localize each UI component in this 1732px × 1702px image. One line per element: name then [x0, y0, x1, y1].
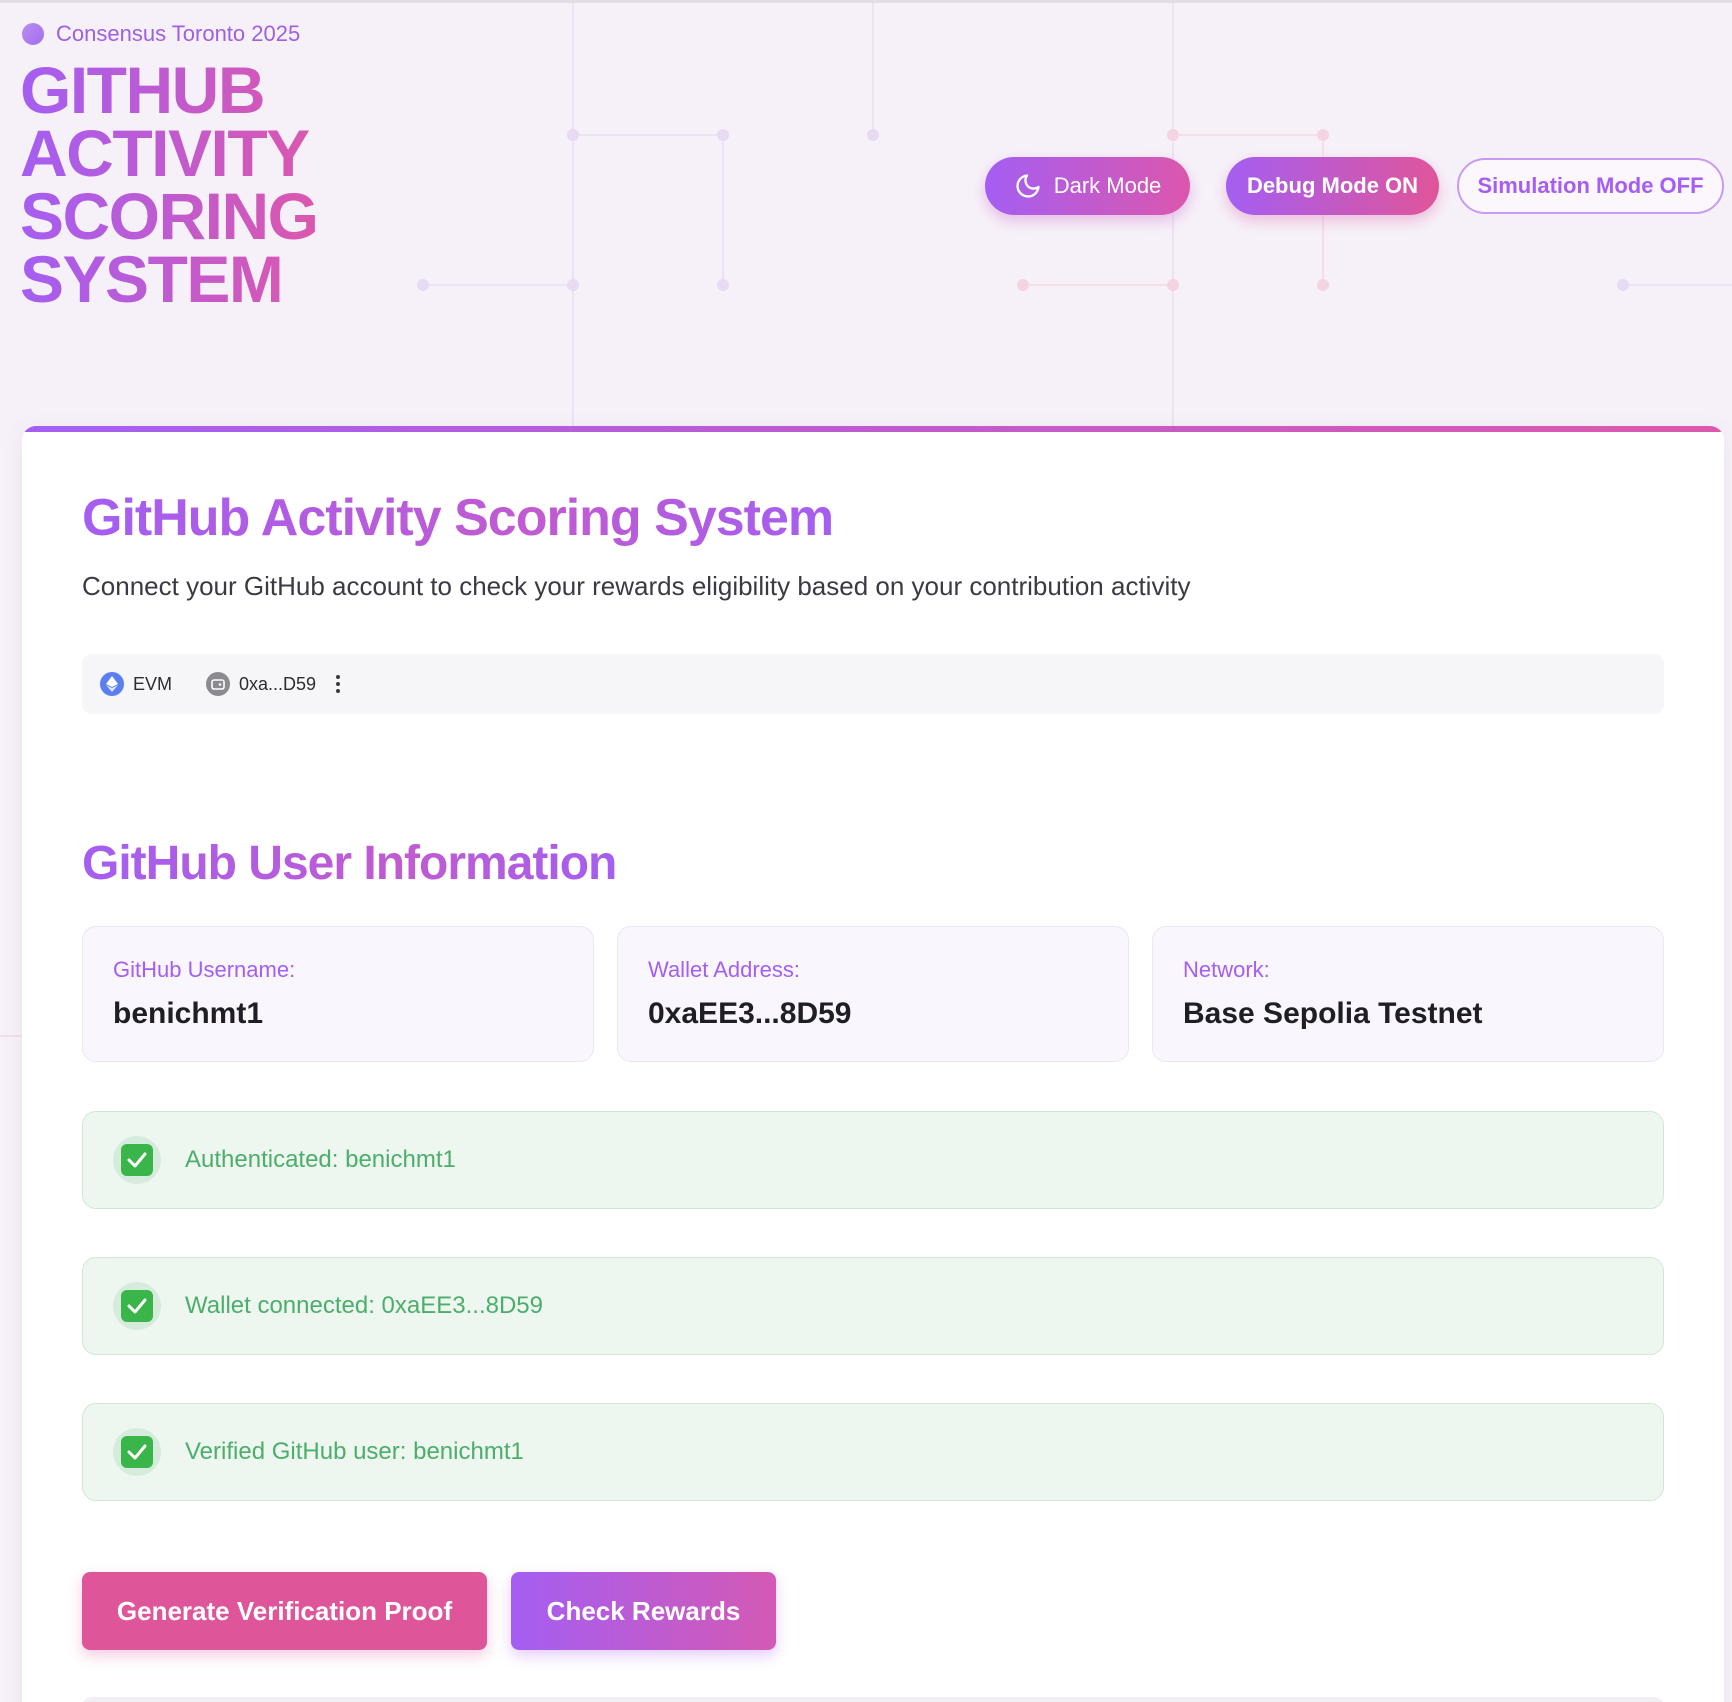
info-label: Wallet Address: — [648, 957, 801, 982]
page-subtitle: Connect your GitHub account to check you… — [82, 571, 1191, 601]
wallet-connect-bar: EVM 0xa...D59 — [82, 654, 1664, 714]
event-label: Consensus Toronto 2025 — [56, 21, 301, 46]
hero-title-line: GITHUB — [20, 53, 264, 127]
hero-title-line: SCORING — [20, 179, 318, 253]
info-value: benichmt1 — [113, 997, 264, 1030]
page-title: GitHub Activity Scoring System — [82, 489, 834, 547]
chain-label: EVM — [133, 673, 173, 694]
check-box-icon — [121, 1436, 153, 1468]
status-wallet-connected: Wallet connected: 0xaEE3...8D59 — [82, 1257, 1664, 1355]
user-info-title: GitHub User Information — [82, 837, 617, 890]
info-label: Network: — [1183, 957, 1270, 982]
status-text: Authenticated: benichmt1 — [185, 1146, 456, 1173]
chain-selector[interactable]: EVM — [100, 672, 172, 696]
dark-mode-label: Dark Mode — [1053, 173, 1162, 198]
card-accent-bar — [22, 426, 1724, 432]
wallet-icon — [206, 672, 231, 696]
moon-icon — [1016, 174, 1040, 198]
status-verified-user: Verified GitHub user: benichmt1 — [82, 1403, 1664, 1501]
check-rewards-button[interactable]: Check Rewards — [511, 1572, 776, 1650]
event-brand: Consensus Toronto 2025 — [22, 21, 300, 47]
check-box-icon — [121, 1290, 153, 1322]
simulation-mode-button[interactable]: Simulation Mode OFF — [1457, 158, 1724, 214]
info-label: GitHub Username: — [113, 957, 296, 982]
circle-dot-icon — [22, 23, 44, 45]
check-box-icon — [121, 1144, 153, 1176]
hero-title-line: ACTIVITY — [20, 116, 309, 190]
info-value: 0xaEE3...8D59 — [648, 997, 852, 1030]
vertical-dots-icon[interactable] — [330, 671, 346, 697]
status-authenticated: Authenticated: benichmt1 — [82, 1111, 1664, 1209]
status-text: Wallet connected: 0xaEE3...8D59 — [185, 1292, 543, 1319]
info-card-username: GitHub Username: benichmt1 — [82, 926, 594, 1062]
ethereum-icon — [100, 672, 124, 696]
info-value: Base Sepolia Testnet — [1183, 997, 1483, 1030]
next-section-edge — [82, 1697, 1664, 1702]
dark-mode-button[interactable]: Dark Mode — [985, 157, 1190, 215]
info-card-wallet: Wallet Address: 0xaEE3...8D59 — [617, 926, 1129, 1062]
hero-title: GITHUB ACTIVITY SCORING SYSTEM — [20, 59, 318, 311]
debug-mode-button[interactable]: Debug Mode ON — [1226, 157, 1439, 215]
info-card-network: Network: Base Sepolia Testnet — [1152, 926, 1664, 1062]
hero-title-line: SYSTEM — [20, 242, 283, 316]
wallet-address-short: 0xa...D59 — [239, 673, 317, 694]
wallet-account-chip[interactable]: 0xa...D59 — [206, 672, 316, 696]
generate-proof-button[interactable]: Generate Verification Proof — [82, 1572, 487, 1650]
status-text: Verified GitHub user: benichmt1 — [185, 1438, 524, 1465]
main-card: GitHub Activity Scoring System Connect y… — [22, 426, 1724, 1702]
